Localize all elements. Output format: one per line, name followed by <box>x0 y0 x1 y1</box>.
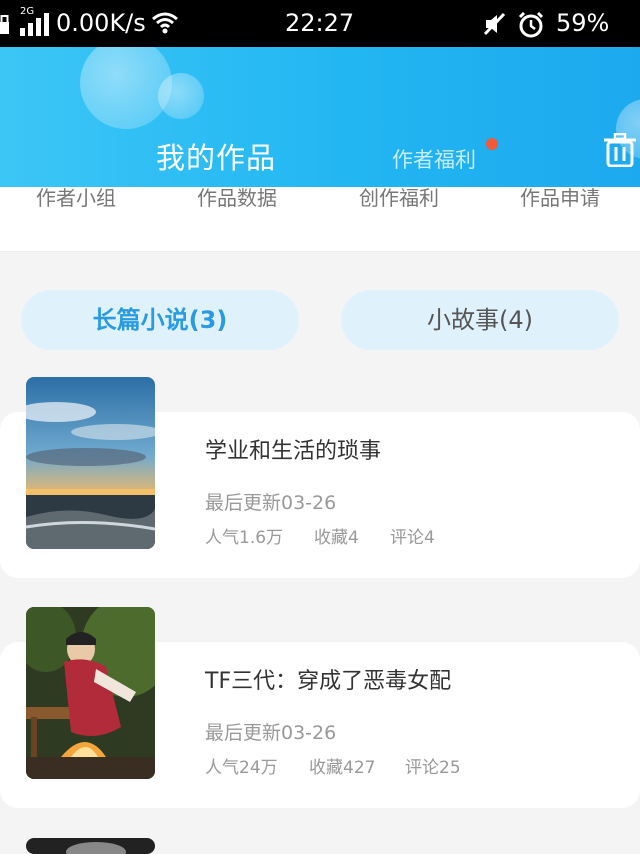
work-comments: 评论25 <box>405 758 461 778</box>
work-cover-image[interactable] <box>26 607 155 779</box>
work-cover-image[interactable] <box>26 838 155 854</box>
lock-icon <box>0 15 9 34</box>
tab-long-novels[interactable]: 长篇小说(3) <box>21 290 299 350</box>
battery-level: 59% <box>556 9 610 37</box>
alarm-icon <box>518 12 544 38</box>
tab-short-stories[interactable]: 小故事(4) <box>341 290 619 350</box>
work-popularity: 人气24万 <box>205 758 278 778</box>
wifi-icon <box>152 12 178 34</box>
signal-icon <box>20 12 50 36</box>
mute-icon <box>483 12 506 36</box>
quick-menu: 作者小组 作品数据 创作福利 作品申请 <box>0 187 640 252</box>
quick-menu-creation-benefits[interactable]: 创作福利 <box>359 187 439 209</box>
decorative-bubble <box>158 73 204 119</box>
trash-icon[interactable] <box>604 133 636 167</box>
work-title[interactable]: 学业和生活的琐事 <box>205 433 381 465</box>
page-title[interactable]: 我的作品 <box>156 135 276 177</box>
work-cover-image[interactable] <box>26 377 155 549</box>
work-title[interactable]: TF三代：穿成了恶毒女配 <box>205 663 451 695</box>
work-popularity: 人气1.6万 <box>205 528 284 548</box>
app-header: 我的作品 作者福利 <box>0 47 640 187</box>
tab-author-benefits[interactable]: 作者福利 <box>392 144 476 174</box>
notification-dot <box>486 138 498 150</box>
quick-menu-work-application[interactable]: 作品申请 <box>520 187 600 209</box>
work-favorites: 收藏427 <box>309 758 376 778</box>
network-speed: 0.00K/s <box>56 9 146 37</box>
quick-menu-work-data[interactable]: 作品数据 <box>197 187 277 209</box>
work-last-updated: 最后更新03-26 <box>205 722 337 744</box>
quick-menu-author-group[interactable]: 作者小组 <box>36 187 116 209</box>
status-bar: 2G 0.00K/s 22:27 59% <box>0 0 640 47</box>
clock: 22:27 <box>285 9 355 37</box>
work-comments: 评论4 <box>390 528 435 548</box>
work-favorites: 收藏4 <box>314 528 359 548</box>
work-last-updated: 最后更新03-26 <box>205 492 337 514</box>
